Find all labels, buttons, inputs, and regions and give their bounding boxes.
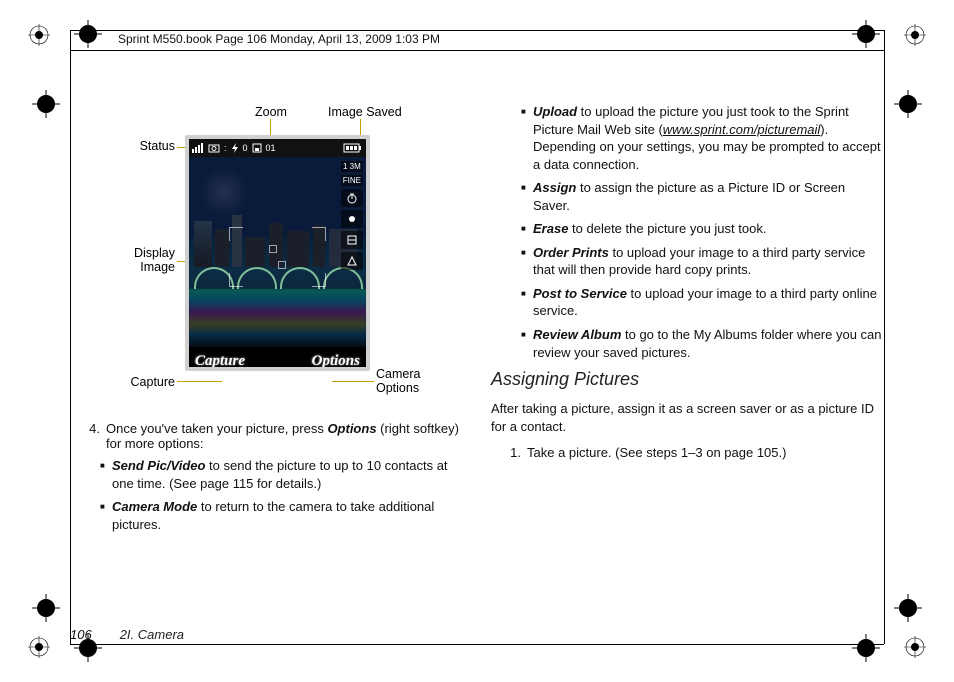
bullet-item: ■ Review Album to go to the My Albums fo… xyxy=(491,326,884,361)
step-1: 1. Take a picture. (See steps 1–3 on pag… xyxy=(491,445,884,460)
page-number: 106 xyxy=(70,627,92,642)
bullet-icon: ■ xyxy=(100,498,106,533)
left-column: Zoom Image Saved Status Display Image Ca… xyxy=(70,103,463,539)
bullet-icon: ■ xyxy=(521,244,527,279)
camera-status-bar: : 0 01 xyxy=(189,139,366,157)
disk-icon xyxy=(252,143,262,153)
page-header: Sprint M550.book Page 106 Monday, April … xyxy=(70,30,884,51)
crop-mark-icon xyxy=(904,24,926,46)
bullet-item: ■ Camera Mode to return to the camera to… xyxy=(70,498,463,533)
section-intro: After taking a picture, assign it as a s… xyxy=(491,400,884,435)
effect-icon xyxy=(341,231,363,249)
bullet-icon: ■ xyxy=(521,220,527,238)
softkey-capture: Capture xyxy=(195,353,245,370)
register-mark-icon xyxy=(894,90,922,118)
callout-image-saved: Image Saved xyxy=(328,105,402,119)
chapter-label: 2I. Camera xyxy=(120,627,184,642)
bullet-item: ■ Order Prints to upload your image to a… xyxy=(491,244,884,279)
step-number: 4. xyxy=(84,421,100,451)
white-balance-icon xyxy=(341,210,363,228)
header-text: Sprint M550.book Page 106 Monday, April … xyxy=(118,32,440,46)
step-text: Take a picture. (See steps 1–3 on page 1… xyxy=(527,445,786,460)
callout-camera-options: Camera Options xyxy=(376,367,420,395)
crop-mark-icon xyxy=(904,636,926,658)
page: Sprint M550.book Page 106 Monday, April … xyxy=(70,30,884,642)
crop-line xyxy=(70,644,884,645)
bullet-item: ■ Upload to upload the picture you just … xyxy=(491,103,884,173)
section-title: Assigning Pictures xyxy=(491,369,884,390)
battery-icon xyxy=(343,143,363,153)
step-text: Once you've taken your picture, press Op… xyxy=(106,421,463,451)
callout-capture: Capture xyxy=(105,375,175,389)
softkey-options: Options xyxy=(312,353,360,370)
register-mark-icon xyxy=(894,594,922,622)
bullet-icon: ■ xyxy=(521,285,527,320)
phone-screen: : 0 01 xyxy=(185,135,370,371)
softkey-bar: Capture Options xyxy=(189,347,366,371)
callout-status: Status xyxy=(105,139,175,153)
camera-figure: Zoom Image Saved Status Display Image Ca… xyxy=(70,103,463,403)
viewfinder-image: 1 3M FINE xyxy=(189,157,366,347)
camera-icon xyxy=(208,143,220,153)
bullet-item: ■ Erase to delete the picture you just t… xyxy=(491,220,884,238)
mode-icon xyxy=(341,252,363,270)
callout-display-image: Display Image xyxy=(105,246,175,274)
flash-icon xyxy=(231,143,239,153)
bullet-icon: ■ xyxy=(100,457,106,492)
status-index: 01 xyxy=(266,143,276,153)
right-column: ■ Upload to upload the picture you just … xyxy=(491,103,884,539)
bullet-item: ■ Post to Service to upload your image t… xyxy=(491,285,884,320)
camera-settings-badges: 1 3M FINE xyxy=(341,161,363,270)
step-number: 1. xyxy=(505,445,521,460)
timer-icon xyxy=(341,189,363,207)
page-footer: 106 2I. Camera xyxy=(70,627,184,642)
picturemail-link: www.sprint.com/picturemail xyxy=(663,122,821,137)
callout-zoom: Zoom xyxy=(255,105,287,119)
crop-mark-icon xyxy=(28,636,50,658)
register-mark-icon xyxy=(32,90,60,118)
bullet-icon: ■ xyxy=(521,326,527,361)
bullet-item: ■ Send Pic/Video to send the picture to … xyxy=(70,457,463,492)
signal-icon xyxy=(192,143,204,153)
bullet-icon: ■ xyxy=(521,179,527,214)
quality-badge: FINE xyxy=(341,175,363,186)
step-4: 4. Once you've taken your picture, press… xyxy=(70,421,463,451)
callout-line xyxy=(177,381,222,382)
status-count: 0 xyxy=(243,143,248,153)
bullet-item: ■ Assign to assign the picture as a Pict… xyxy=(491,179,884,214)
crop-mark-icon xyxy=(28,24,50,46)
resolution-badge: 1 3M xyxy=(341,161,363,172)
register-mark-icon xyxy=(32,594,60,622)
callout-line xyxy=(332,381,374,382)
bullet-icon: ■ xyxy=(521,103,527,173)
